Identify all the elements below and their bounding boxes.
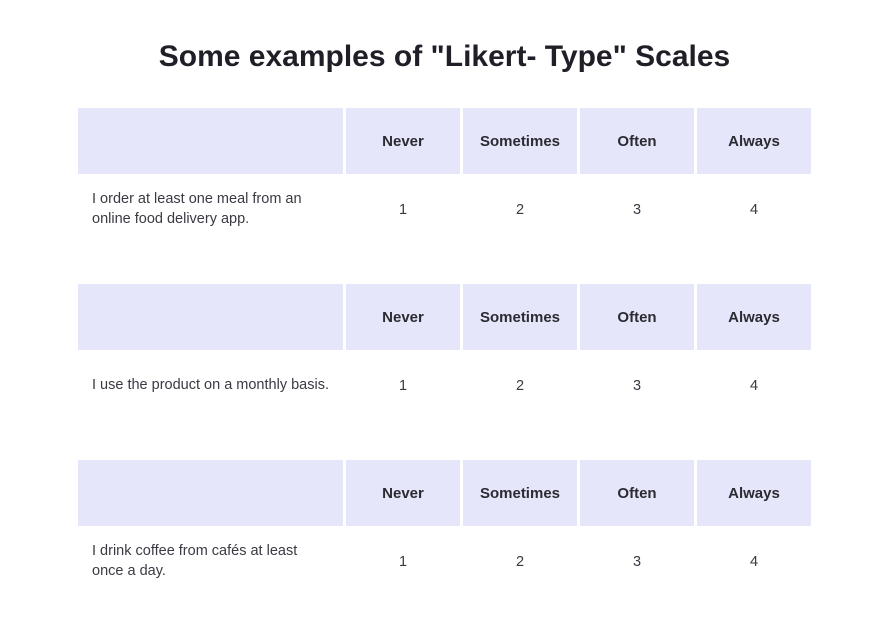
header-often: Often bbox=[580, 108, 694, 174]
tables-container: Never Sometimes Often Always I order at … bbox=[0, 108, 889, 598]
value-cell: 4 bbox=[697, 526, 811, 598]
value-cell: 2 bbox=[463, 350, 577, 422]
table-row: I use the product on a monthly basis. 1 … bbox=[78, 350, 811, 422]
value-cell: 1 bbox=[346, 526, 460, 598]
header-blank bbox=[78, 460, 343, 526]
value-cell: 4 bbox=[697, 350, 811, 422]
header-never: Never bbox=[346, 284, 460, 350]
value-cell: 4 bbox=[697, 174, 811, 246]
page-title: Some examples of "Likert- Type" Scales bbox=[0, 40, 889, 74]
statement-cell: I order at least one meal from an online… bbox=[78, 174, 343, 246]
likert-table-1: Never Sometimes Often Always I order at … bbox=[75, 108, 814, 246]
table-row: I order at least one meal from an online… bbox=[78, 174, 811, 246]
header-sometimes: Sometimes bbox=[463, 284, 577, 350]
value-cell: 3 bbox=[580, 526, 694, 598]
table-header-row: Never Sometimes Often Always bbox=[78, 108, 811, 174]
header-blank bbox=[78, 108, 343, 174]
header-often: Often bbox=[580, 460, 694, 526]
likert-table-2: Never Sometimes Often Always I use the p… bbox=[75, 284, 814, 422]
header-always: Always bbox=[697, 284, 811, 350]
header-never: Never bbox=[346, 460, 460, 526]
statement-cell: I drink coffee from cafés at least once … bbox=[78, 526, 343, 598]
value-cell: 2 bbox=[463, 526, 577, 598]
likert-table-3: Never Sometimes Often Always I drink cof… bbox=[75, 460, 814, 598]
header-always: Always bbox=[697, 108, 811, 174]
table-header-row: Never Sometimes Often Always bbox=[78, 284, 811, 350]
value-cell: 2 bbox=[463, 174, 577, 246]
header-never: Never bbox=[346, 108, 460, 174]
header-always: Always bbox=[697, 460, 811, 526]
table-header-row: Never Sometimes Often Always bbox=[78, 460, 811, 526]
header-often: Often bbox=[580, 284, 694, 350]
statement-cell: I use the product on a monthly basis. bbox=[78, 350, 343, 422]
header-blank bbox=[78, 284, 343, 350]
value-cell: 3 bbox=[580, 350, 694, 422]
value-cell: 3 bbox=[580, 174, 694, 246]
value-cell: 1 bbox=[346, 174, 460, 246]
value-cell: 1 bbox=[346, 350, 460, 422]
header-sometimes: Sometimes bbox=[463, 108, 577, 174]
header-sometimes: Sometimes bbox=[463, 460, 577, 526]
table-row: I drink coffee from cafés at least once … bbox=[78, 526, 811, 598]
